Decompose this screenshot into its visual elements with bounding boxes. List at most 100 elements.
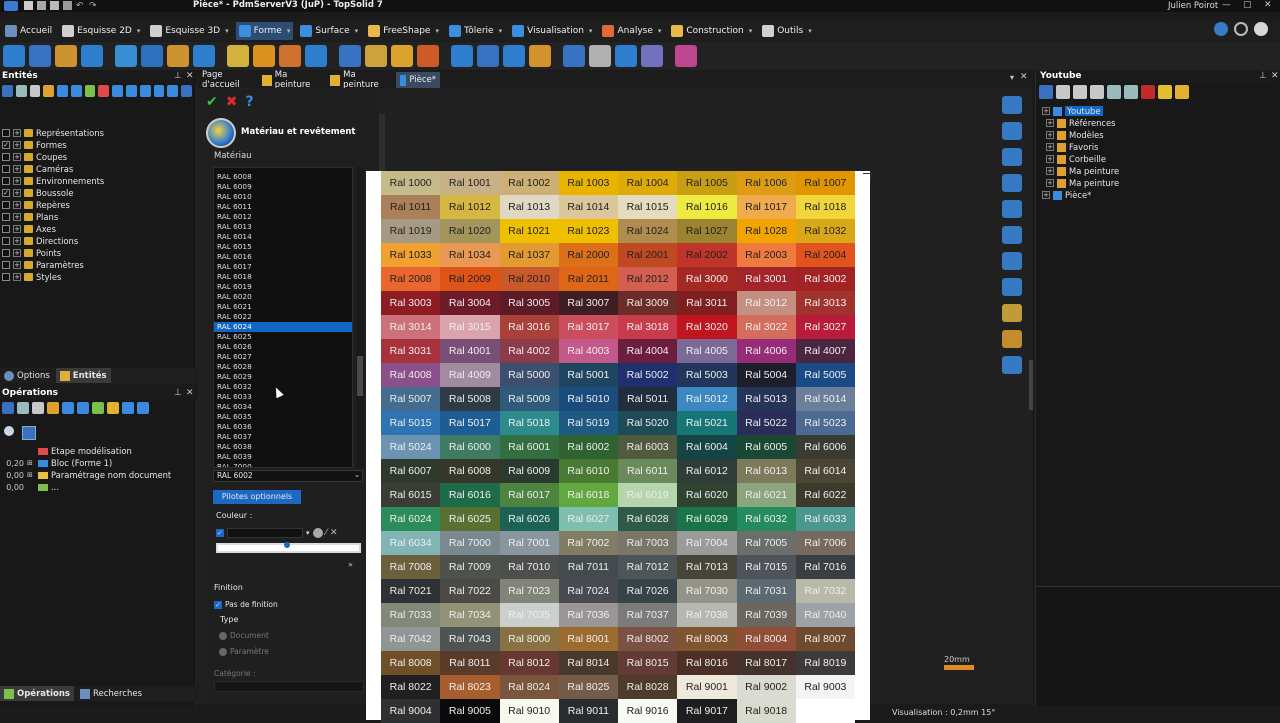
- material-list[interactable]: RAL 6008 RAL 6009 RAL 6010 RAL 6011 RAL 6012…: [213, 167, 353, 468]
- view-tool-icon[interactable]: [1002, 200, 1022, 218]
- operation-tool-icon[interactable]: [122, 402, 134, 414]
- toolbar-tool-icon[interactable]: [477, 45, 499, 67]
- visibility-checkbox[interactable]: ✓: [2, 189, 10, 197]
- project-item-5[interactable]: + Ma peinture: [1042, 165, 1272, 177]
- project-item-3[interactable]: + Favoris: [1042, 141, 1272, 153]
- view-tool-icon[interactable]: [1002, 96, 1022, 114]
- expand-icon[interactable]: +: [1042, 191, 1050, 199]
- entity-item-8[interactable]: + Axes: [2, 223, 192, 235]
- expand-icon[interactable]: +: [1042, 107, 1050, 115]
- filter-tool-icon[interactable]: [15, 85, 27, 97]
- minimize-button[interactable]: —: [1222, 0, 1231, 10]
- view-tool-icon[interactable]: [1002, 356, 1022, 374]
- clear-x-icon[interactable]: ✕: [330, 528, 338, 538]
- visibility-checkbox[interactable]: [2, 129, 10, 137]
- slider-handle[interactable]: [284, 542, 290, 548]
- filter-icon[interactable]: [22, 426, 36, 440]
- operation-row[interactable]: 0,00...: [0, 481, 190, 493]
- tab-recherches[interactable]: Recherches: [76, 686, 146, 701]
- material-list-item[interactable]: RAL 6024: [214, 322, 352, 332]
- project-item-2[interactable]: + Modèles: [1042, 129, 1272, 141]
- couleur-checkbox[interactable]: ✓: [216, 529, 224, 537]
- material-list-item[interactable]: RAL 6027: [214, 352, 352, 362]
- chevron-down-icon[interactable]: ▾: [287, 27, 291, 35]
- document-tab-1[interactable]: Ma peinture: [258, 70, 324, 90]
- toolbar-tool-icon[interactable]: [167, 45, 189, 67]
- visibility-checkbox[interactable]: ✓: [2, 141, 10, 149]
- viewport-scroll-handle[interactable]: [1029, 360, 1033, 410]
- target-icon[interactable]: [4, 426, 14, 436]
- chevron-down-icon[interactable]: ▾: [435, 27, 439, 35]
- document-tab-2[interactable]: Ma peinture: [326, 70, 394, 90]
- filter-tool-icon[interactable]: [112, 85, 124, 97]
- help-question-icon[interactable]: ?: [245, 94, 253, 110]
- filter-tool-icon[interactable]: [2, 85, 13, 97]
- expand-icon[interactable]: +: [13, 165, 21, 173]
- material-list-scrollbar[interactable]: [356, 167, 364, 468]
- filter-tool-icon[interactable]: [70, 85, 82, 97]
- operation-tool-icon[interactable]: [32, 402, 44, 414]
- toolbar-tool-icon[interactable]: [193, 45, 215, 67]
- project-tool-icon[interactable]: [1056, 85, 1070, 99]
- entity-item-9[interactable]: + Directions: [2, 235, 192, 247]
- menu-outils[interactable]: Outils ▾: [759, 22, 815, 40]
- visibility-checkbox[interactable]: [2, 177, 10, 185]
- menu-accueil[interactable]: Accueil: [2, 22, 55, 40]
- visibility-checkbox[interactable]: [2, 225, 10, 233]
- toolbar-tool-icon[interactable]: [391, 45, 413, 67]
- document-tab-3[interactable]: Pièce*: [396, 72, 440, 88]
- expand-icon[interactable]: ⊞: [27, 459, 35, 467]
- project-tool-icon[interactable]: [1090, 85, 1104, 99]
- entity-item-2[interactable]: + Coupes: [2, 151, 192, 163]
- type-document-radio[interactable]: Document: [219, 631, 269, 640]
- expand-icon[interactable]: +: [1046, 119, 1054, 127]
- entity-item-7[interactable]: + Plans: [2, 211, 192, 223]
- eyedropper-icon[interactable]: ⁄: [326, 528, 328, 538]
- expand-icon[interactable]: +: [13, 225, 21, 233]
- expand-icon[interactable]: +: [1046, 155, 1054, 163]
- visibility-checkbox[interactable]: [2, 201, 10, 209]
- toolbar-tool-icon[interactable]: [81, 45, 103, 67]
- toolbar-tool-icon[interactable]: [141, 45, 163, 67]
- expand-icon[interactable]: +: [13, 213, 21, 221]
- menu-esquisse-2d[interactable]: Esquisse 2D ▾: [59, 22, 143, 40]
- project-item-7[interactable]: + Pièce*: [1042, 189, 1272, 201]
- entity-item-10[interactable]: + Points: [2, 247, 192, 259]
- expand-icon[interactable]: +: [13, 249, 21, 257]
- close-panel-icon[interactable]: ✕: [186, 71, 194, 81]
- operation-tool-icon[interactable]: [92, 402, 104, 414]
- operation-tool-icon[interactable]: [2, 402, 14, 414]
- menu-surface[interactable]: Surface ▾: [297, 22, 361, 40]
- save-icon[interactable]: [50, 1, 59, 10]
- material-list-item[interactable]: RAL 6018: [214, 272, 352, 282]
- entity-item-5[interactable]: ✓ + Boussole: [2, 187, 192, 199]
- entity-item-6[interactable]: + Repères: [2, 199, 192, 211]
- project-item-0[interactable]: + Youtube: [1042, 105, 1272, 117]
- toolbar-tool-icon[interactable]: [675, 45, 697, 67]
- material-list-item[interactable]: RAL 6025: [214, 332, 352, 342]
- close-document-icon[interactable]: ✕: [1020, 72, 1028, 82]
- project-tool-icon[interactable]: [1175, 85, 1189, 99]
- material-list-item[interactable]: RAL 6026: [214, 342, 352, 352]
- toolbar-tool-icon[interactable]: [365, 45, 387, 67]
- search-icon[interactable]: [1234, 22, 1248, 36]
- material-list-item[interactable]: RAL 6035: [214, 412, 352, 422]
- material-list-item[interactable]: RAL 6009: [214, 182, 352, 192]
- pin-icon[interactable]: ⊥: [174, 71, 182, 81]
- pin-icon[interactable]: ⊥: [1259, 71, 1267, 81]
- tab-entities[interactable]: Entités: [55, 368, 111, 383]
- chevron-down-icon[interactable]: ▾: [749, 27, 753, 35]
- menu-forme[interactable]: Forme ▾: [235, 22, 294, 40]
- toolbar-tool-icon[interactable]: [503, 45, 525, 67]
- help-icon[interactable]: [1214, 22, 1228, 36]
- filter-tool-icon[interactable]: [84, 85, 96, 97]
- entity-item-11[interactable]: + Paramètres: [2, 259, 192, 271]
- filter-tool-icon[interactable]: [153, 85, 165, 97]
- toolbar-tool-icon[interactable]: [529, 45, 551, 67]
- cancel-x-icon[interactable]: ✖: [226, 94, 238, 110]
- operation-row[interactable]: 0,00 ⊞ Paramétrage nom document: [0, 469, 190, 481]
- user-name[interactable]: Julien Poirot: [1168, 1, 1218, 11]
- menu-visualisation[interactable]: Visualisation ▾: [509, 22, 595, 40]
- settings-icon[interactable]: [1254, 22, 1268, 36]
- chevron-down-icon[interactable]: ▾: [225, 27, 229, 35]
